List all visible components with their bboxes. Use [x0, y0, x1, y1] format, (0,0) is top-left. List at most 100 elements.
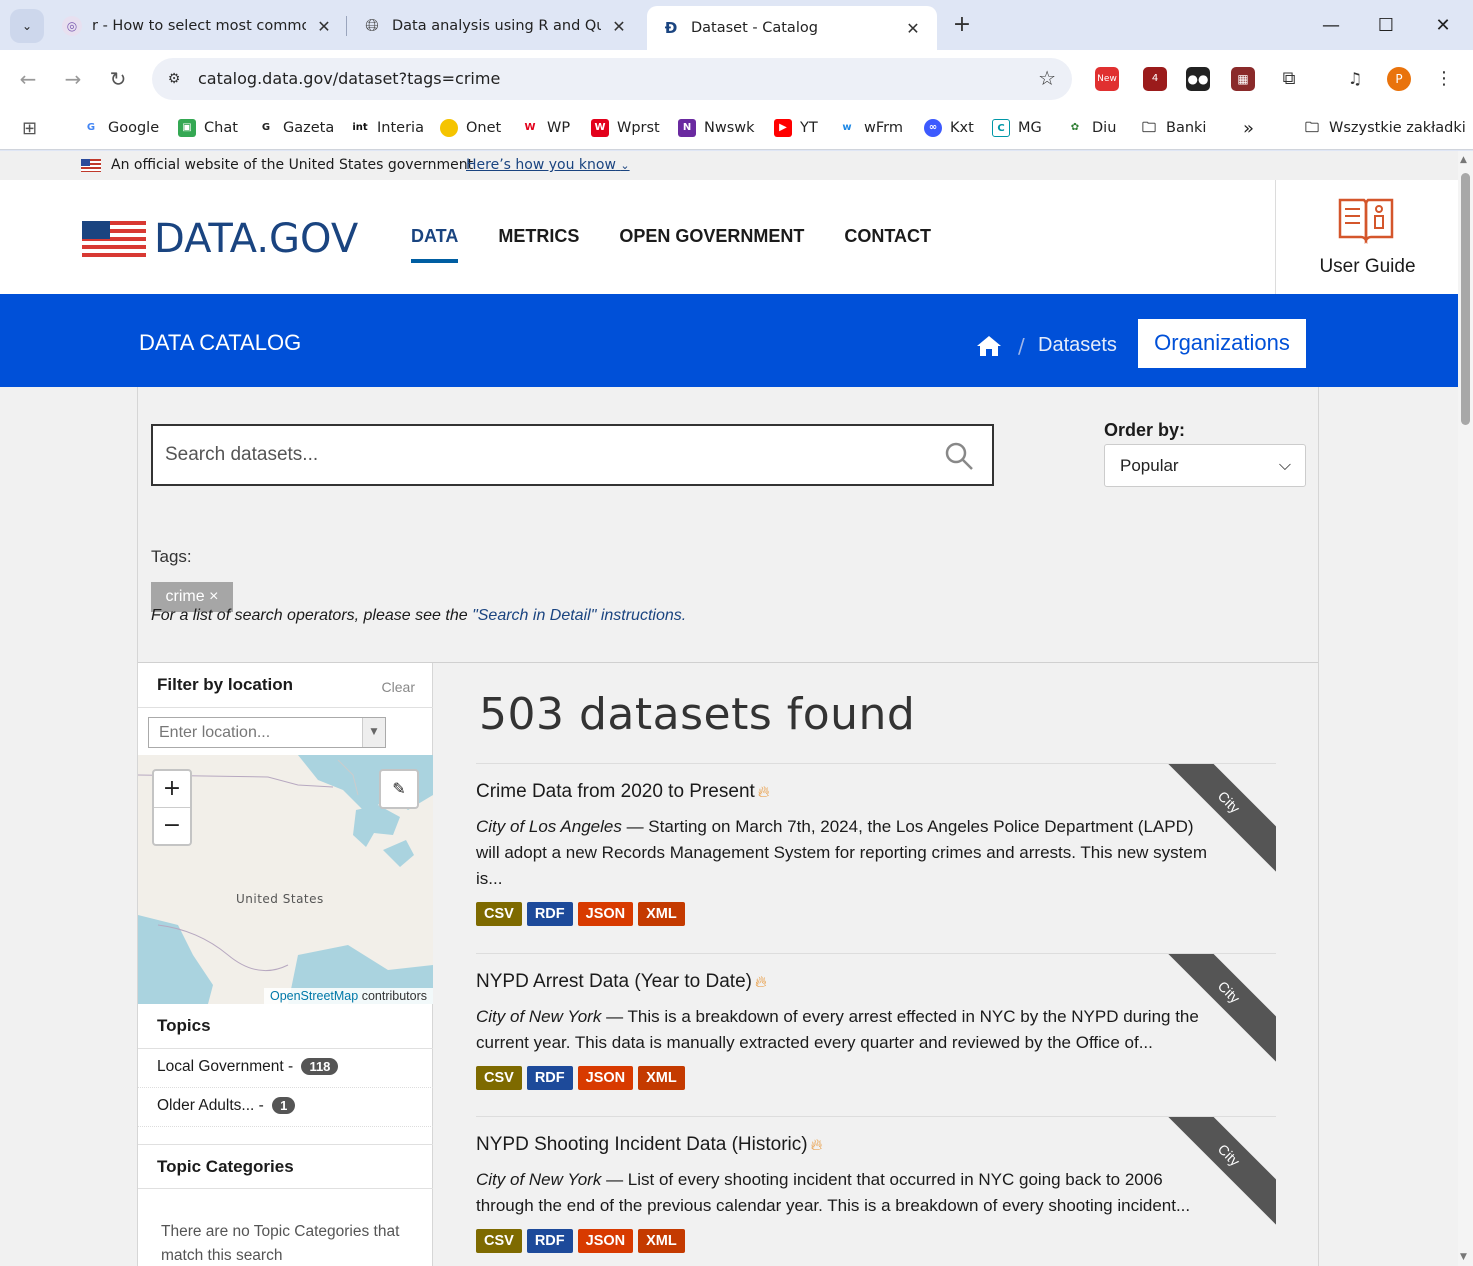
tab-data-analysis[interactable]: 🌐︎ Data analysis using R and Quart ✕: [348, 8, 643, 44]
format-rdf-badge[interactable]: RDF: [526, 1066, 573, 1090]
close-tab-icon[interactable]: ✕: [903, 19, 923, 38]
address-bar[interactable]: ⚙ catalog.data.gov/dataset?tags=crime ☆: [152, 58, 1072, 100]
bookmarks-bar: ⊞ G Google ▣ Chat G Gazeta int Interia Onet …: [0, 108, 1473, 150]
openstreetmap-link[interactable]: OpenStreetMap: [270, 989, 358, 1003]
format-json-badge[interactable]: JSON: [577, 1066, 634, 1090]
bookmark-chat[interactable]: ▣ Chat: [178, 116, 238, 140]
format-xml-badge[interactable]: XML: [638, 1229, 685, 1253]
nav-data[interactable]: DATA: [411, 226, 459, 263]
format-json-badge[interactable]: JSON: [577, 902, 634, 926]
bookmark-star-icon[interactable]: ☆: [1038, 66, 1056, 90]
dropdown-arrow-icon[interactable]: ▼: [362, 718, 385, 747]
bookmark-wp[interactable]: W WP: [521, 116, 570, 140]
location-filter-header: Filter by location Clear: [138, 663, 433, 708]
search-icon[interactable]: [944, 441, 974, 471]
dataset-title-link[interactable]: Crime Data from 2020 to Present 🔥︎: [476, 781, 770, 803]
site-info-icon[interactable]: ⚙: [162, 67, 186, 91]
order-by-select[interactable]: Popular ⌵: [1104, 444, 1306, 487]
more-bookmarks-icon[interactable]: »: [1243, 116, 1254, 140]
bookmark-banki-folder[interactable]: 🗀 Banki: [1140, 116, 1206, 140]
format-rdf-badge[interactable]: RDF: [526, 902, 573, 926]
dataset-title-link[interactable]: NYPD Arrest Data (Year to Date) 🔥︎: [476, 971, 767, 993]
nav-open-government[interactable]: OPEN GOVERNMENT: [619, 226, 804, 263]
scroll-up-icon[interactable]: ▲: [1460, 155, 1467, 165]
bookmark-youtube[interactable]: ▶ YT: [774, 116, 818, 140]
all-bookmarks-folder[interactable]: 🗀 Wszystkie zakładki: [1303, 116, 1466, 140]
dataset-title-link[interactable]: NYPD Shooting Incident Data (Historic) 🔥︎: [476, 1134, 822, 1156]
bookmark-gazeta[interactable]: G Gazeta: [257, 116, 334, 140]
close-tab-icon[interactable]: ✕: [609, 17, 629, 36]
gov-banner-link[interactable]: Here’s how you know ⌄: [466, 157, 630, 173]
tab-r-question[interactable]: ◎ r - How to select most common ✕: [48, 8, 348, 44]
extension-shield-icon[interactable]: 4: [1143, 67, 1167, 91]
zoom-out-button[interactable]: −: [154, 808, 190, 845]
folder-icon: 🗀: [1140, 119, 1158, 137]
logo-flag-icon: [82, 221, 146, 257]
profile-avatar[interactable]: P: [1387, 67, 1411, 91]
location-map[interactable]: + − ✎ United States OpenStreetMap contri…: [138, 755, 433, 1004]
datagov-logo[interactable]: DATA.GOV: [82, 216, 358, 262]
bookmark-mg[interactable]: C MG: [992, 116, 1042, 140]
new-tab-button[interactable]: +: [948, 12, 976, 40]
back-icon[interactable]: ←: [12, 63, 44, 95]
user-guide-button[interactable]: User Guide: [1275, 180, 1458, 294]
google-icon: G: [82, 119, 100, 137]
bookmark-onet[interactable]: Onet: [440, 116, 501, 140]
bookmark-newsweek[interactable]: N Nwswk: [678, 116, 755, 140]
close-window-icon[interactable]: ✕: [1428, 12, 1458, 40]
breadcrumb-datasets[interactable]: Datasets: [1038, 334, 1117, 357]
format-xml-badge[interactable]: XML: [638, 902, 685, 926]
topic-local-government[interactable]: Local Government - 118: [138, 1049, 433, 1088]
tab-dataset-catalog[interactable]: Ð Dataset - Catalog ✕: [647, 6, 937, 50]
nav-contact[interactable]: CONTACT: [844, 226, 931, 263]
popular-flame-icon: 🔥︎: [757, 784, 770, 801]
url-text[interactable]: catalog.data.gov/dataset?tags=crime: [198, 69, 500, 88]
format-json-badge[interactable]: JSON: [577, 1229, 634, 1253]
bookmark-kxt[interactable]: ∞ Kxt: [924, 116, 974, 140]
location-input[interactable]: Enter location... ▼: [148, 717, 386, 748]
bookmark-wprost[interactable]: W Wprst: [591, 116, 660, 140]
diu-icon: ✿: [1066, 119, 1084, 137]
format-csv-badge[interactable]: CSV: [476, 1066, 522, 1090]
extension-new-icon[interactable]: New: [1095, 67, 1119, 91]
format-csv-badge[interactable]: CSV: [476, 1229, 522, 1253]
media-controls-icon[interactable]: ♫: [1343, 67, 1367, 91]
extension-eyes-icon[interactable]: ●●: [1186, 67, 1210, 91]
datagov-favicon-icon: Ð: [664, 19, 678, 37]
bookmark-label: Wszystkie zakładki: [1329, 120, 1466, 136]
gazeta-icon: G: [257, 119, 275, 137]
browser-menu-icon[interactable]: ⋮: [1432, 67, 1456, 91]
topic-older-adults[interactable]: Older Adults... - 1: [138, 1088, 433, 1127]
page-scrollbar[interactable]: ▲ ▼: [1458, 151, 1473, 1266]
close-tab-icon[interactable]: ✕: [314, 17, 334, 36]
maximize-icon[interactable]: ☐: [1371, 12, 1401, 40]
onet-icon: [440, 119, 458, 137]
bookmark-google[interactable]: G Google: [82, 116, 159, 140]
home-icon[interactable]: [976, 334, 1002, 358]
extension-photo-icon[interactable]: ▦: [1231, 67, 1255, 91]
forward-icon[interactable]: →: [57, 63, 89, 95]
bookmark-interia[interactable]: int Interia: [351, 116, 424, 140]
bookmark-wfrm[interactable]: w wFrm: [838, 116, 903, 140]
bookmark-diu[interactable]: ✿ Diu: [1066, 116, 1116, 140]
minimize-icon[interactable]: —: [1316, 12, 1346, 40]
draw-pencil-icon[interactable]: ✎: [379, 769, 419, 809]
tab-divider: [346, 16, 347, 36]
apps-grid-icon[interactable]: ⊞: [22, 116, 37, 140]
reload-icon[interactable]: ↻: [102, 63, 134, 95]
bookmark-label: Banki: [1166, 120, 1207, 136]
format-rdf-badge[interactable]: RDF: [526, 1229, 573, 1253]
scroll-down-icon[interactable]: ▼: [1460, 1252, 1467, 1262]
zoom-in-button[interactable]: +: [154, 771, 190, 808]
tab-search-button[interactable]: ⌄: [10, 9, 44, 43]
nav-metrics[interactable]: METRICS: [498, 226, 579, 263]
organizations-button[interactable]: Organizations: [1138, 319, 1306, 368]
extensions-puzzle-icon[interactable]: ⧉: [1277, 67, 1301, 91]
scrollbar-thumb[interactable]: [1461, 173, 1470, 425]
catalog-title: DATA CATALOG: [139, 330, 302, 355]
clear-location-button[interactable]: Clear: [382, 679, 415, 695]
search-input[interactable]: [165, 441, 925, 469]
format-xml-badge[interactable]: XML: [638, 1066, 685, 1090]
search-in-detail-link[interactable]: "Search in Detail" instructions.: [472, 607, 686, 624]
format-csv-badge[interactable]: CSV: [476, 902, 522, 926]
